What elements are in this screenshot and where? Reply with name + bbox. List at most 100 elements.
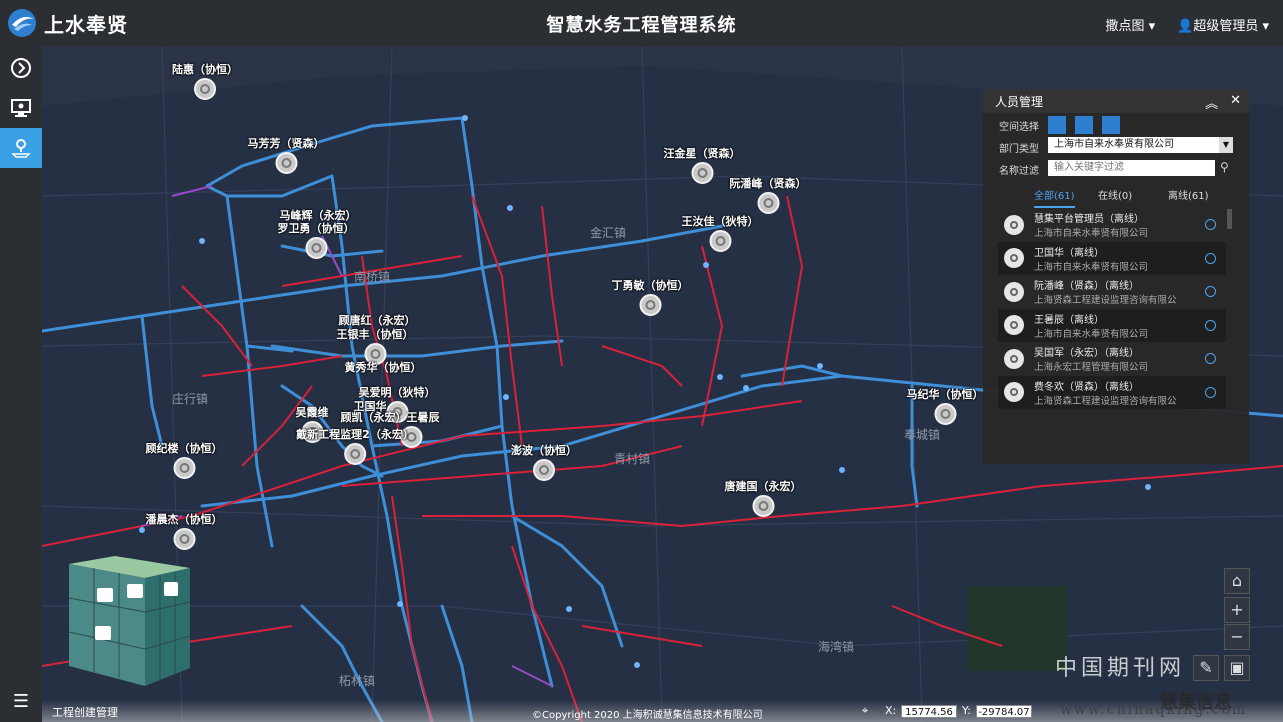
dept-type-select[interactable]: 上海市自来水奉贤有限公司 ▼ (1048, 137, 1233, 153)
rectangle-select-icon[interactable] (1048, 116, 1066, 134)
marker-label: 唐建国（永宏） (724, 480, 802, 493)
draw-button[interactable]: ✎ (1193, 655, 1219, 681)
user-icon: 👤 (1177, 19, 1194, 34)
person-marker[interactable]: 顾纪楼（协恒） (146, 440, 223, 479)
marker-label: 汪金星（贤森） (663, 147, 741, 160)
marker-label: 马纪华（协恒） (906, 388, 984, 401)
pin-select-icon[interactable] (1102, 116, 1120, 134)
list-scrollbar[interactable] (1227, 209, 1232, 229)
history-icon[interactable] (1205, 319, 1216, 331)
list-item[interactable]: 费冬欢（贤森）（离线） 上海贤森工程建设监理咨询有限公 (998, 375, 1226, 409)
image-icon: ▣ (1229, 658, 1245, 677)
person-name: 慧集平台管理员 (1034, 214, 1104, 226)
person-marker[interactable]: 丁勇敏（协恒） (612, 277, 689, 316)
name-filter-input[interactable] (1048, 160, 1215, 176)
minus-icon: − (1230, 627, 1244, 646)
marker-label: 丁勇敏（协恒） (611, 279, 689, 292)
sidebar-monitor-button[interactable] (0, 88, 42, 128)
collapse-icon[interactable]: ︽ (1205, 93, 1218, 112)
person-pin-icon (173, 457, 195, 479)
zoom-in-button[interactable]: + (1224, 597, 1250, 623)
avatar (1004, 281, 1024, 302)
sidebar-play-button[interactable] (0, 48, 42, 88)
home-icon: ⌂ (1231, 571, 1243, 590)
history-icon[interactable] (1205, 386, 1216, 398)
marker-label: 澎波（协恒） (511, 444, 577, 457)
history-icon[interactable] (1205, 353, 1216, 364)
list-item[interactable]: 慧集平台管理员（离线） 上海市自来水奉贤有限公司 (998, 208, 1226, 242)
person-marker[interactable]: 陆惠（协恒） (172, 61, 238, 100)
history-icon[interactable] (1205, 252, 1216, 264)
person-name: 卫国华 (1034, 247, 1064, 259)
marker-label: 吴霞维 (295, 406, 329, 419)
history-icon[interactable] (1205, 286, 1216, 297)
avatar (1004, 214, 1024, 235)
person-marker[interactable]: 马芳芳（贤森） (248, 135, 325, 174)
person-company: 上海市自来水奉贤有限公司 (1034, 328, 1149, 340)
person-marker[interactable]: 戴新工程监理2（永宏） (296, 426, 414, 465)
marker-label: 罗卫勇（协恒） (277, 222, 355, 235)
person-marker[interactable]: 王汝佳（狄特） (682, 213, 759, 252)
tab-online[interactable]: 在线(0) (1098, 187, 1132, 202)
watermark-cn: 中国期刊网 (1055, 656, 1186, 681)
page-title: 智慧水务工程管理系统 (546, 15, 737, 36)
person-pin-icon (305, 237, 327, 259)
user-menu[interactable]: 👤超级管理员 ▾ (1177, 15, 1269, 34)
zoom-out-button[interactable]: − (1224, 624, 1250, 650)
person-marker[interactable]: 马纪华（协恒） (907, 386, 984, 425)
marker-label: 王汝佳（狄特） (681, 215, 759, 228)
chevron-down-icon: ▼ (1219, 137, 1233, 153)
person-marker[interactable]: 阮潘峰（贤森） (730, 175, 807, 214)
tab-offline[interactable]: 离线(61) (1168, 187, 1209, 202)
marker-label: 潘晨杰（协恒） (145, 513, 223, 526)
person-marker[interactable]: 唐建国（永宏） (725, 478, 802, 517)
person-name: 阮潘峰（贤森） (1034, 281, 1104, 293)
left-sidebar: ☰ (0, 46, 42, 722)
sidebar-location-button[interactable] (0, 128, 42, 168)
crosshair-icon: ⌖ (862, 704, 869, 717)
map-mode-dropdown[interactable]: 撒点图 ▾ (1105, 15, 1155, 34)
person-name: 吴国军（永宏） (1034, 348, 1104, 360)
list-item[interactable]: 阮潘峰（贤森）（离线） 上海贤森工程建设监理咨询有限公 (998, 275, 1226, 309)
list-item[interactable]: 王暑辰（离线） 上海市自来水奉贤有限公司 (998, 308, 1226, 342)
hamburger-menu-icon[interactable]: ☰ (0, 691, 42, 712)
document-icon (95, 626, 111, 640)
y-coord-value: -29784.07 (976, 705, 1032, 718)
person-company: 上海市自来水奉贤有限公司 (1034, 261, 1149, 273)
x-coord-value: 15774.56 (901, 705, 957, 718)
cube-menu[interactable] (65, 556, 195, 686)
person-marker[interactable]: 黄秀华（协恒） (345, 359, 422, 375)
polygon-select-icon[interactable] (1075, 116, 1093, 134)
person-marker[interactable]: 潘晨杰（协恒） (146, 511, 223, 550)
copyright-text: ©Copyright 2020 上海积诚慧集信息技术有限公司 (532, 710, 763, 721)
place-label: 金汇镇 (590, 226, 627, 240)
close-icon[interactable]: ✕ (1230, 93, 1241, 112)
project-create-label[interactable]: 工程创建管理 (52, 704, 118, 720)
history-icon[interactable] (1205, 219, 1216, 230)
person-pin-icon (752, 495, 774, 517)
person-status: （离线） (1064, 314, 1104, 326)
person-status: （离线） (1104, 281, 1139, 293)
person-company: 上海市自来水奉贤有限公司 (1034, 228, 1149, 240)
avatar (1004, 382, 1024, 403)
person-marker[interactable]: 澎波（协恒） (511, 442, 577, 481)
play-circle-icon (11, 58, 31, 78)
basemap-button[interactable]: ▣ (1224, 655, 1250, 681)
avatar (1004, 348, 1024, 369)
dept-type-label: 部门类型 (999, 144, 1039, 155)
person-status: （离线） (1064, 247, 1104, 259)
person-status: （离线） (1104, 381, 1139, 393)
person-pin-icon (709, 230, 731, 252)
person-status: （离线） (1104, 214, 1144, 226)
space-select-label: 空间选择 (999, 122, 1039, 133)
list-item[interactable]: 吴国军（永宏）（离线） 上海永宏工程管理有限公司 (998, 342, 1226, 376)
list-item[interactable]: 卫国华（离线） 上海市自来水奉贤有限公司 (998, 241, 1226, 275)
person-pin-icon (691, 162, 713, 184)
person-marker[interactable]: 罗卫勇（协恒） (278, 220, 355, 259)
person-company: 上海永宏工程管理有限公司 (1034, 362, 1149, 374)
top-bar: 上水奉贤 智慧水务工程管理系统 撒点图 ▾ 👤超级管理员 ▾ (0, 0, 1283, 46)
search-icon[interactable]: ⚲ (1220, 160, 1229, 174)
home-button[interactable]: ⌂ (1224, 568, 1250, 594)
person-company: 上海贤森工程建设监理咨询有限公 (1034, 295, 1177, 307)
tab-all[interactable]: 全部(61) (1034, 187, 1075, 208)
